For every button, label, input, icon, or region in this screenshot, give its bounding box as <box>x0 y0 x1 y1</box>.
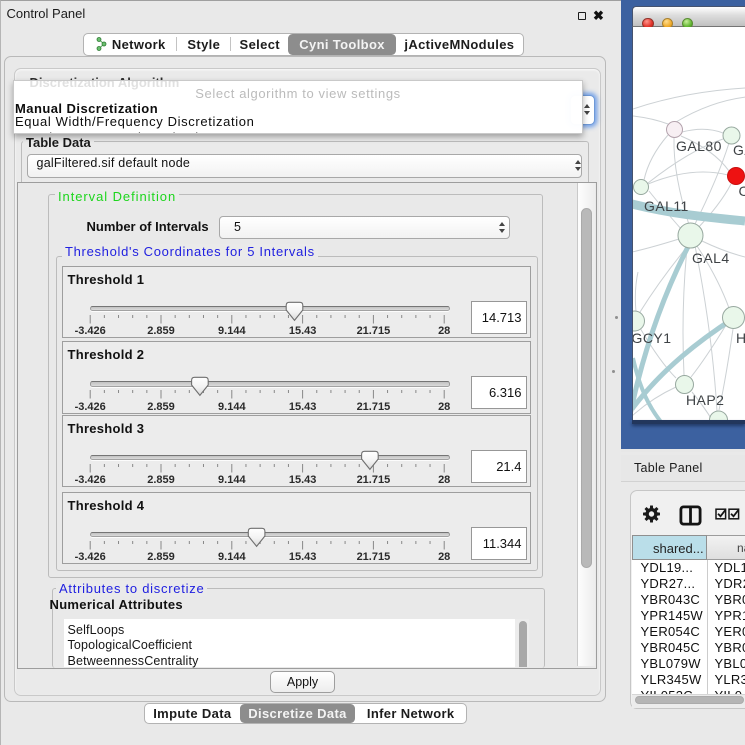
svg-text:GCY1: GCY1 <box>633 330 671 346</box>
svg-text:GAL80: GAL80 <box>676 138 722 154</box>
svg-text:C: C <box>739 183 745 199</box>
svg-text:GAL11: GAL11 <box>644 198 689 214</box>
svg-text:GAL4: GAL4 <box>692 250 730 266</box>
svg-text:HAP2: HAP2 <box>686 392 724 408</box>
svg-text:H: H <box>736 330 745 346</box>
svg-text:GA: GA <box>733 142 745 158</box>
